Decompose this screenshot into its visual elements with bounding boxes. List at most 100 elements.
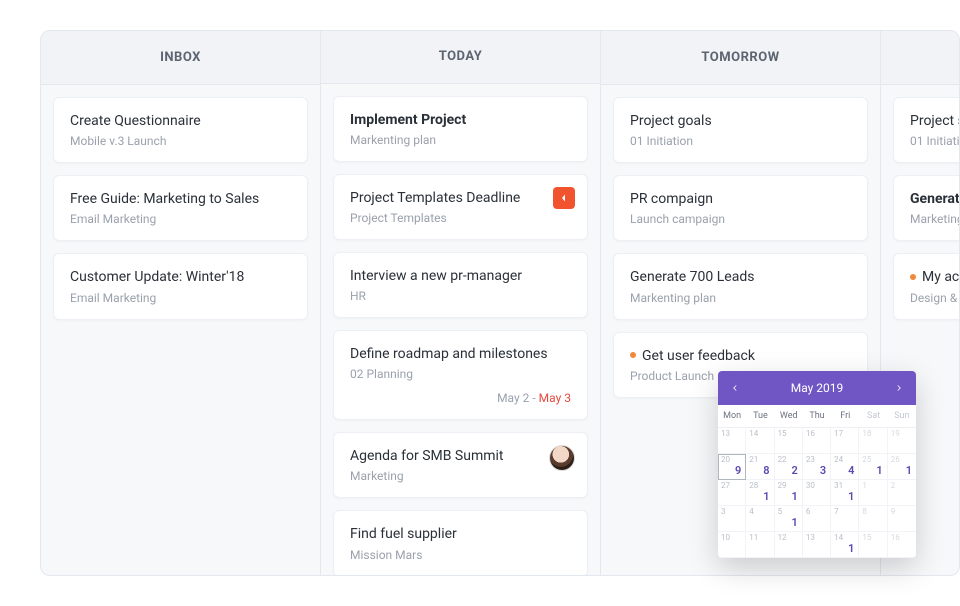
day-cell[interactable]: 7 <box>831 506 859 532</box>
card-subtitle: 02 Planning <box>350 367 571 381</box>
weekday-label: Sat <box>859 405 887 428</box>
card-title: Generate 700 Leads <box>630 268 851 286</box>
day-cell[interactable]: 13 <box>803 532 831 558</box>
day-cell[interactable]: 15 <box>775 428 803 454</box>
date-end: May 3 <box>539 391 571 405</box>
day-cell[interactable]: 218 <box>746 454 774 480</box>
card-subtitle: Email Marketing <box>70 212 291 226</box>
day-number: 22 <box>778 455 787 464</box>
card-subtitle: Mission Mars <box>350 548 571 562</box>
card-title: PR compaign <box>630 190 851 208</box>
day-count: 3 <box>820 464 826 477</box>
datepicker-header: May 2019 <box>718 371 916 405</box>
day-cell[interactable]: 141 <box>831 532 859 558</box>
day-number: 20 <box>721 455 730 464</box>
weekday-label: Wed <box>775 405 803 428</box>
day-cell[interactable]: 19 <box>888 428 916 454</box>
task-card[interactable]: Project goals 01 Initiation <box>613 97 868 163</box>
day-cell[interactable]: 251 <box>859 454 887 480</box>
task-card[interactable]: PR compaign Launch campaign <box>613 175 868 241</box>
task-card[interactable]: Agenda for SMB Summit Marketing <box>333 432 588 498</box>
day-number: 24 <box>834 455 843 464</box>
day-number: 15 <box>778 429 787 438</box>
task-card[interactable]: Project scope 01 Initiation <box>893 97 960 163</box>
task-card[interactable]: Generate 700 Leads Markenting plan <box>613 253 868 319</box>
prev-month-button[interactable] <box>728 381 742 395</box>
day-number: 7 <box>834 507 839 516</box>
day-cell[interactable]: 13 <box>718 428 746 454</box>
card-title: Project Templates Deadline <box>350 189 571 207</box>
day-cell[interactable]: 311 <box>831 480 859 506</box>
task-card[interactable]: Interview a new pr-manager HR <box>333 252 588 318</box>
day-cell[interactable]: 18 <box>859 428 887 454</box>
day-cell[interactable]: 15 <box>859 532 887 558</box>
day-count: 1 <box>792 516 798 529</box>
day-cell[interactable]: 30 <box>803 480 831 506</box>
day-count: 9 <box>735 464 741 477</box>
day-cell[interactable]: 24 4 <box>831 454 859 480</box>
next-month-button[interactable] <box>892 381 906 395</box>
card-title: Define roadmap and milestones <box>350 345 571 363</box>
task-card[interactable]: Define roadmap and milestones 02 Plannin… <box>333 330 588 420</box>
day-number: 26 <box>891 455 900 464</box>
datepicker-popup[interactable]: May 2019 MonTueWedThuFriSatSun 131415161… <box>718 371 916 558</box>
day-number: 3 <box>721 507 726 516</box>
card-subtitle: HR <box>350 289 571 303</box>
day-count: 4 <box>848 464 854 477</box>
day-number: 30 <box>806 481 815 490</box>
day-cell[interactable]: 1 <box>859 480 887 506</box>
weekday-label: Sun <box>888 405 916 428</box>
day-cell[interactable]: 14 <box>746 428 774 454</box>
task-card[interactable]: Customer Update: Winter'18 Email Marketi… <box>53 253 308 319</box>
column-body: Project scope 01 Initiation Generate 700… <box>881 85 960 332</box>
card-title: Find fuel supplier <box>350 525 571 543</box>
day-cell[interactable]: 12 <box>775 532 803 558</box>
day-number: 11 <box>749 533 758 542</box>
day-number: 4 <box>749 507 754 516</box>
day-cell[interactable]: 8 <box>859 506 887 532</box>
day-count: 8 <box>763 464 769 477</box>
day-cell[interactable]: 51 <box>775 506 803 532</box>
day-cell[interactable]: 6 <box>803 506 831 532</box>
day-cell[interactable]: 291 <box>775 480 803 506</box>
day-cell[interactable]: 281 <box>746 480 774 506</box>
card-subtitle: Markenting plan <box>350 133 571 147</box>
column-header: MAY <box>881 31 960 85</box>
day-cell[interactable]: 261 <box>888 454 916 480</box>
day-cell[interactable]: 17 <box>831 428 859 454</box>
card-title: Customer Update: Winter'18 <box>70 268 291 286</box>
task-card[interactable]: Find fuel supplier Mission Mars <box>333 510 588 575</box>
day-cell[interactable]: 10 <box>718 532 746 558</box>
day-cell[interactable]: 9 <box>888 506 916 532</box>
day-cell[interactable]: 4 <box>746 506 774 532</box>
task-card[interactable]: Create Questionnaire Mobile v.3 Launch <box>53 97 308 163</box>
day-number: 13 <box>721 429 730 438</box>
column-inbox: INBOX Create Questionnaire Mobile v.3 La… <box>41 31 321 575</box>
card-subtitle: Email Marketing <box>70 291 291 305</box>
day-cell[interactable]: 16 <box>803 428 831 454</box>
day-cell[interactable]: 27 <box>718 480 746 506</box>
column-today: TODAY Implement Project Markenting plan … <box>321 31 601 575</box>
day-cell[interactable]: 20 9 <box>718 454 746 480</box>
day-number: 1 <box>862 481 867 490</box>
assignee-avatar[interactable] <box>549 445 575 471</box>
status-dot-icon <box>910 274 916 280</box>
card-title: Implement Project <box>350 111 571 129</box>
day-cell[interactable]: 2 <box>888 480 916 506</box>
weekday-label: Tue <box>746 405 774 428</box>
day-count: 1 <box>848 542 854 555</box>
card-date-range: May 2 - May 3 <box>350 391 571 405</box>
task-card[interactable]: Generate 700 Leads Marketing plan <box>893 175 960 241</box>
day-cell[interactable]: 222 <box>775 454 803 480</box>
task-card[interactable]: Free Guide: Marketing to Sales Email Mar… <box>53 175 308 241</box>
task-card[interactable]: Project Templates Deadline Project Templ… <box>333 174 588 240</box>
day-cell[interactable]: 233 <box>803 454 831 480</box>
day-cell[interactable]: 11 <box>746 532 774 558</box>
day-cell[interactable]: 3 <box>718 506 746 532</box>
day-number: 25 <box>862 455 871 464</box>
day-number: 28 <box>749 481 758 490</box>
card-title: Interview a new pr-manager <box>350 267 571 285</box>
day-cell[interactable]: 16 <box>888 532 916 558</box>
task-card[interactable]: Implement Project Markenting plan <box>333 96 588 162</box>
task-card[interactable]: My account Design & UX <box>893 253 960 319</box>
